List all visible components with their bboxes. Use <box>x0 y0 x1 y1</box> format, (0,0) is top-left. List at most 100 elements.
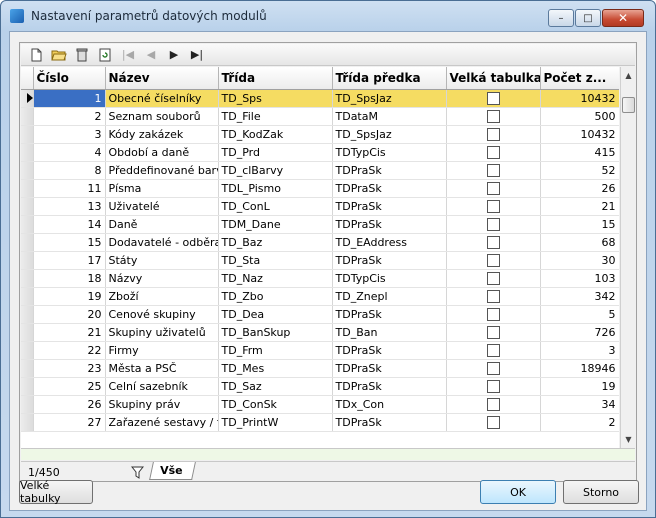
cell-trida[interactable]: TDM_Dane <box>218 215 333 234</box>
cell-trida[interactable]: TD_ConL <box>218 197 333 216</box>
row-indicator[interactable] <box>21 197 34 216</box>
cell-velka-tabulka[interactable] <box>446 413 541 432</box>
cell-nazev[interactable]: Obecné číselníky <box>105 89 219 108</box>
big-table-checkbox[interactable] <box>486 235 500 249</box>
row-indicator[interactable] <box>21 395 34 414</box>
filter-row[interactable] <box>21 448 635 460</box>
big-table-checkbox[interactable] <box>486 361 500 375</box>
cell-cislo[interactable]: 11 <box>33 179 106 198</box>
big-table-checkbox[interactable] <box>486 271 500 285</box>
table-row[interactable]: 4 Období a daně TD_Prd TDTypCis 415 <box>21 143 619 162</box>
column-header-cislo[interactable]: Číslo <box>33 67 106 90</box>
table-row[interactable]: 26 Skupiny práv TD_ConSk TDx_Con 34 <box>21 395 619 414</box>
delete-icon[interactable] <box>73 46 91 64</box>
table-row[interactable]: 27Zařazené sestavy / funkceTD_PrintWTDPr… <box>21 413 619 432</box>
cell-pocet[interactable]: 30 <box>540 251 619 270</box>
row-indicator[interactable] <box>21 89 34 108</box>
cell-velka-tabulka[interactable] <box>446 179 541 198</box>
table-row[interactable]: 18 Názvy TD_Naz TDTypCis 103 <box>21 269 619 288</box>
column-header-velka-tabulka[interactable]: Velká tabulka <box>446 67 541 90</box>
cell-velka-tabulka[interactable] <box>446 161 541 180</box>
last-record-icon[interactable]: ▶| <box>188 46 206 64</box>
cell-trida[interactable]: TD_Dea <box>218 305 333 324</box>
big-table-checkbox[interactable] <box>486 307 500 321</box>
big-table-checkbox[interactable] <box>486 343 500 357</box>
cell-trida[interactable]: TD_Sps <box>218 89 333 108</box>
big-table-checkbox[interactable] <box>486 199 500 213</box>
cell-nazev[interactable]: Dodavatelé - odběratelé <box>105 233 219 252</box>
cell-velka-tabulka[interactable] <box>446 143 541 162</box>
cell-pocet[interactable]: 52 <box>540 161 619 180</box>
table-row[interactable]: 17 Státy TD_Sta TDPraSk 30 <box>21 251 619 270</box>
cell-cislo[interactable]: 20 <box>33 305 106 324</box>
title-bar[interactable]: Nastavení parametrů datových modulů – □ … <box>1 1 655 31</box>
cell-trida[interactable]: TD_clBarvy <box>218 161 333 180</box>
row-indicator[interactable] <box>21 269 34 288</box>
cell-nazev[interactable]: Státy <box>105 251 219 270</box>
column-header-trida[interactable]: Třída <box>218 67 333 90</box>
cell-nazev[interactable]: Firmy <box>105 341 219 360</box>
cell-nazev[interactable]: Kódy zakázek <box>105 125 219 144</box>
cell-nazev[interactable]: Celní sazebník <box>105 377 219 396</box>
cell-cislo[interactable]: 27 <box>33 413 106 432</box>
cell-velka-tabulka[interactable] <box>446 359 541 378</box>
next-record-icon[interactable]: ▶ <box>165 46 183 64</box>
big-table-checkbox[interactable] <box>486 325 500 339</box>
cell-cislo[interactable]: 4 <box>33 143 106 162</box>
big-table-checkbox[interactable] <box>486 181 500 195</box>
row-indicator[interactable] <box>21 125 34 144</box>
cell-velka-tabulka[interactable] <box>446 269 541 288</box>
row-indicator[interactable] <box>21 377 34 396</box>
row-indicator[interactable] <box>21 107 34 126</box>
big-tables-button[interactable]: Velké tabulky <box>19 479 93 505</box>
cell-nazev[interactable]: Města a PSČ <box>105 359 219 378</box>
cell-cislo[interactable]: 22 <box>33 341 106 360</box>
cell-nazev[interactable]: Seznam souborů <box>105 107 219 126</box>
table-row[interactable]: 2 Seznam souborů TD_File TDataM 500 <box>21 107 619 126</box>
cell-velka-tabulka[interactable] <box>446 323 541 342</box>
table-row[interactable]: 8 Předdefinované barvy TD_clBarvy TDPraSk 52 <box>21 161 619 180</box>
big-table-checkbox[interactable] <box>486 127 500 141</box>
cell-pocet[interactable]: 15 <box>540 215 619 234</box>
cell-pocet[interactable]: 5 <box>540 305 619 324</box>
table-row[interactable]: 20 Cenové skupiny TD_Dea TDPraSk 5 <box>21 305 619 324</box>
open-folder-icon[interactable] <box>50 46 68 64</box>
cell-trida[interactable]: TD_Sta <box>218 251 333 270</box>
big-table-checkbox[interactable] <box>486 415 500 429</box>
cell-pocet[interactable]: 2 <box>540 413 619 432</box>
cell-cislo[interactable]: 25 <box>33 377 106 396</box>
cell-cislo[interactable]: 26 <box>33 395 106 414</box>
cell-trida-predka[interactable]: TDPraSk <box>332 341 447 360</box>
cell-nazev[interactable]: Období a daně <box>105 143 219 162</box>
cell-trida-predka[interactable]: TDPraSk <box>332 413 447 432</box>
cell-trida[interactable]: TD_KodZak <box>218 125 333 144</box>
cell-trida-predka[interactable]: TD_Ban <box>332 323 447 342</box>
cell-velka-tabulka[interactable] <box>446 341 541 360</box>
cancel-button[interactable]: Storno <box>563 480 639 504</box>
cell-trida-predka[interactable]: TD_SpsJaz <box>332 125 447 144</box>
cell-trida[interactable]: TD_Saz <box>218 377 333 396</box>
row-indicator[interactable] <box>21 233 34 252</box>
table-row[interactable]: 22 Firmy TD_Frm TDPraSk 3 <box>21 341 619 360</box>
cell-nazev[interactable]: Cenové skupiny <box>105 305 219 324</box>
cell-trida-predka[interactable]: TD_Znepl <box>332 287 447 306</box>
scroll-up-icon[interactable]: ▲ <box>621 67 636 83</box>
big-table-checkbox[interactable] <box>486 253 500 267</box>
cell-cislo[interactable]: 23 <box>33 359 106 378</box>
column-header-pocet[interactable]: Počet z... <box>540 67 619 90</box>
big-table-checkbox[interactable] <box>486 91 500 105</box>
cell-pocet[interactable]: 34 <box>540 395 619 414</box>
cell-pocet[interactable]: 342 <box>540 287 619 306</box>
cell-velka-tabulka[interactable] <box>446 89 541 108</box>
cell-velka-tabulka[interactable] <box>446 251 541 270</box>
cell-pocet[interactable]: 68 <box>540 233 619 252</box>
cell-nazev[interactable]: Zboží <box>105 287 219 306</box>
big-table-checkbox[interactable] <box>486 217 500 231</box>
cell-nazev[interactable]: Písma <box>105 179 219 198</box>
cell-trida[interactable]: TD_File <box>218 107 333 126</box>
cell-trida-predka[interactable]: TDPraSk <box>332 377 447 396</box>
cell-trida-predka[interactable]: TDTypCis <box>332 269 447 288</box>
row-indicator[interactable] <box>21 287 34 306</box>
table-row[interactable]: 21 Skupiny uživatelů TD_BanSkup TD_Ban 726 <box>21 323 619 342</box>
cell-trida-predka[interactable]: TD_SpsJaz <box>332 89 447 108</box>
